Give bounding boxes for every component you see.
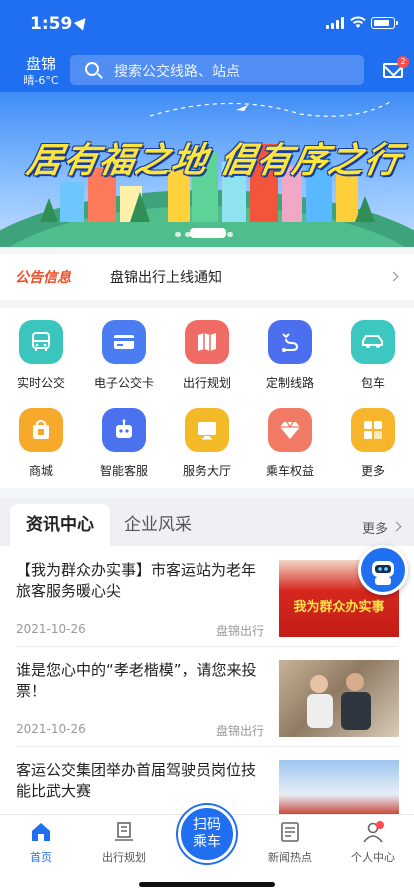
car-icon [351, 320, 395, 364]
service-label: 实时公交 [16, 376, 65, 390]
thumbnail-caption: 我为群众办实事 [293, 600, 385, 615]
notice-tag: 公告信息 [15, 270, 71, 286]
news-section: 资讯中心 企业风采 更多 【我为群众办实事】市客运站为老年旅客服务暖心尖 202… [0, 498, 414, 814]
notice-text: 盘锦出行上线通知 [110, 270, 222, 286]
service-smart-cs[interactable]: 智能客服 [83, 396, 165, 480]
service-charter[interactable]: 包车 [332, 308, 414, 392]
service-label: 包车 [360, 376, 385, 390]
news-title: 客运公交集团举办首届驾驶员岗位技能比武大赛 [16, 761, 257, 800]
news-tabs: 资讯中心 企业风采 更多 [0, 498, 414, 546]
banner-slogan: 居有福之地 倡有序之行 [23, 141, 405, 181]
search-bar[interactable]: 搜索公交线路、站点 [70, 55, 364, 85]
scan-label-line1: 扫码 [193, 817, 221, 833]
mail-badge: 2 [397, 56, 409, 68]
planning-icon [115, 822, 133, 841]
service-more[interactable]: 更多 [332, 396, 414, 480]
card-icon [102, 320, 146, 364]
tab-label: 首页 [30, 851, 52, 864]
service-realtime-bus[interactable]: 实时公交 [0, 308, 82, 392]
status-bar: 1:59 [0, 0, 414, 48]
news-item[interactable]: 谁是您心中的“孝老楷模”，请您来投票！ 2021-10-26 盘锦出行 [0, 648, 414, 748]
grid-icon [351, 408, 395, 452]
search-placeholder: 搜索公交线路、站点 [114, 64, 240, 80]
location-arrow-icon [73, 14, 91, 31]
service-custom-route[interactable]: 定制线路 [249, 308, 331, 392]
news-thumbnail [279, 660, 399, 737]
service-label: 出行规划 [182, 376, 231, 390]
scan-label-line2: 乘车 [193, 834, 221, 850]
map-icon [185, 320, 229, 364]
tab-trip-planning[interactable]: 出行规划 [83, 815, 165, 865]
service-label: 服务大厅 [182, 464, 231, 478]
home-icon [32, 823, 50, 841]
divider [16, 646, 398, 647]
news-date: 2021-10-26 [16, 622, 86, 636]
more-link[interactable]: 更多 [362, 518, 388, 537]
news-thumbnail [279, 760, 399, 814]
scan-to-ride-button[interactable]: 扫码 乘车 [178, 805, 236, 863]
wifi-icon [350, 16, 366, 28]
status-time: 1:59 [30, 14, 73, 34]
user-icon [363, 821, 384, 843]
service-label: 智能客服 [99, 464, 148, 478]
notice-bar[interactable]: 公告信息 盘锦出行上线通知 [0, 254, 414, 300]
banner[interactable]: 居有福之地 倡有序之行 [0, 92, 414, 247]
tab-label: 个人中心 [351, 851, 395, 864]
diamond-icon [268, 408, 312, 452]
tab-home[interactable]: 首页 [0, 815, 82, 865]
route-icon [268, 320, 312, 364]
chevron-right-icon [391, 521, 402, 532]
battery-icon [371, 17, 398, 29]
divider [16, 746, 398, 747]
tab-profile[interactable]: 个人中心 [332, 815, 414, 865]
service-rights[interactable]: 乘车权益 [249, 396, 331, 480]
service-mall[interactable]: 商城 [0, 396, 82, 480]
service-label: 乘车权益 [265, 464, 314, 478]
tab-company-style[interactable]: 企业风采 [124, 504, 192, 546]
more-label: 更多 [362, 522, 389, 537]
service-label: 更多 [360, 464, 385, 478]
search-icon [85, 62, 99, 76]
banner-pagination [175, 232, 239, 238]
service-trip-planning[interactable]: 出行规划 [166, 308, 248, 392]
shopping-bag-icon [19, 408, 63, 452]
news-source: 盘锦出行 [216, 624, 265, 638]
tab-news-center[interactable]: 资讯中心 [10, 504, 110, 546]
top-header: 1:59 盘锦 晴-6°C 搜索公交线路、站点 2 [0, 0, 414, 92]
assistant-robot-button[interactable] [358, 545, 408, 595]
news-item[interactable]: 【我为群众办实事】市客运站为老年旅客服务暖心尖 2021-10-26 盘锦出行 … [0, 548, 414, 648]
newspaper-icon [281, 822, 299, 842]
service-grid: 实时公交 电子公交卡 出行规划 定制线路 包车 商城 智能客服 服务大厅 乘车权… [0, 308, 414, 488]
city-name: 盘锦 [25, 55, 56, 73]
robot-icon [102, 408, 146, 452]
home-indicator [139, 882, 275, 887]
news-title: 谁是您心中的“孝老楷模”，请您来投票！ [16, 661, 257, 700]
tab-label: 出行规划 [102, 851, 146, 864]
robot-icon [372, 561, 394, 585]
news-source: 盘锦出行 [216, 724, 265, 738]
bus-icon [19, 320, 63, 364]
cellular-signal-icon [326, 17, 346, 29]
service-label: 商城 [28, 464, 53, 478]
service-label: 定制线路 [265, 376, 314, 390]
tab-news[interactable]: 新闻热点 [249, 815, 331, 865]
tab-label: 新闻热点 [268, 851, 312, 864]
weather-text: 晴-6°C [23, 74, 59, 87]
service-label: 电子公交卡 [93, 376, 154, 390]
news-date: 2021-10-26 [16, 722, 86, 736]
monitor-icon [185, 408, 229, 452]
news-title: 【我为群众办实事】市客运站为老年旅客服务暖心尖 [16, 561, 257, 600]
service-e-card[interactable]: 电子公交卡 [83, 308, 165, 392]
service-hall[interactable]: 服务大厅 [166, 396, 248, 480]
city-selector[interactable]: 盘锦 晴-6°C [14, 55, 68, 88]
chevron-right-icon [388, 271, 399, 282]
